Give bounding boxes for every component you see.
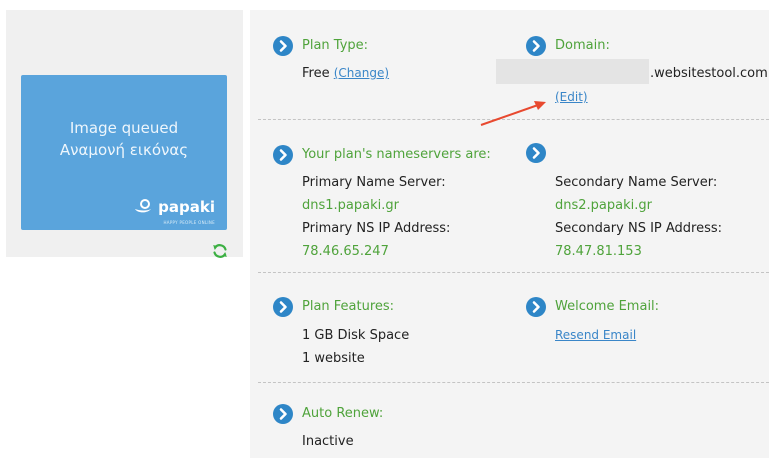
- plan-type-value: Free (Change): [302, 66, 389, 81]
- thumbnail-status: Image queued Αναμονή εικόνας: [21, 117, 227, 161]
- chevron-right-icon: [526, 143, 546, 163]
- primary-ns-ip-label: Primary NS IP Address:: [302, 221, 451, 236]
- secondary-ns-value: dns2.papaki.gr: [555, 198, 652, 213]
- plan-features-label: Plan Features:: [302, 299, 395, 314]
- plan-type-text: Free: [302, 66, 330, 81]
- chevron-right-icon: [526, 36, 546, 56]
- edit-domain-link[interactable]: (Edit): [555, 90, 588, 104]
- chevron-right-icon: [273, 297, 293, 317]
- redacted-domain-name: [496, 59, 649, 84]
- primary-ns-value: dns1.papaki.gr: [302, 198, 399, 213]
- domain-label: Domain:: [555, 38, 610, 53]
- resend-email-link[interactable]: Resend Email: [555, 328, 636, 342]
- annotation-arrow: [480, 101, 546, 126]
- primary-ns-ip-value: 78.46.65.247: [302, 244, 389, 259]
- chevron-right-icon: [273, 36, 293, 56]
- site-thumbnail-panel: Image queued Αναμονή εικόνας papaki HAPP…: [6, 10, 243, 259]
- secondary-ns-label: Secondary Name Server:: [555, 175, 718, 190]
- chevron-right-icon: [526, 297, 546, 317]
- plan-type-label: Plan Type:: [302, 38, 369, 53]
- papaki-tagline: HAPPY PEOPLE ONLINE: [163, 220, 215, 225]
- change-plan-link[interactable]: (Change): [334, 66, 389, 80]
- section-divider: [258, 382, 769, 383]
- thumbnail-status-gr: Αναμονή εικόνας: [59, 141, 189, 159]
- feature-disk-space: 1 GB Disk Space: [302, 328, 410, 343]
- chevron-right-icon: [273, 145, 293, 165]
- feature-websites: 1 website: [302, 351, 365, 366]
- secondary-ns-ip-value: 78.47.81.153: [555, 244, 642, 259]
- nameservers-label: Your plan's nameservers are:: [302, 147, 491, 162]
- auto-renew-value: Inactive: [302, 434, 354, 449]
- section-divider: [258, 272, 769, 273]
- papaki-bird-icon: [135, 199, 151, 213]
- domain-suffix: .websitestool.com: [650, 66, 768, 81]
- papaki-logo: papaki: [158, 198, 215, 216]
- primary-ns-label: Primary Name Server:: [302, 175, 446, 190]
- auto-renew-label: Auto Renew:: [302, 406, 384, 421]
- site-thumbnail: Image queued Αναμονή εικόνας papaki HAPP…: [21, 75, 227, 230]
- refresh-icon[interactable]: [212, 243, 228, 259]
- chevron-right-icon: [273, 404, 293, 424]
- thumbnail-status-en: Image queued: [69, 119, 179, 137]
- secondary-ns-ip-label: Secondary NS IP Address:: [555, 221, 723, 236]
- welcome-email-label: Welcome Email:: [555, 299, 660, 314]
